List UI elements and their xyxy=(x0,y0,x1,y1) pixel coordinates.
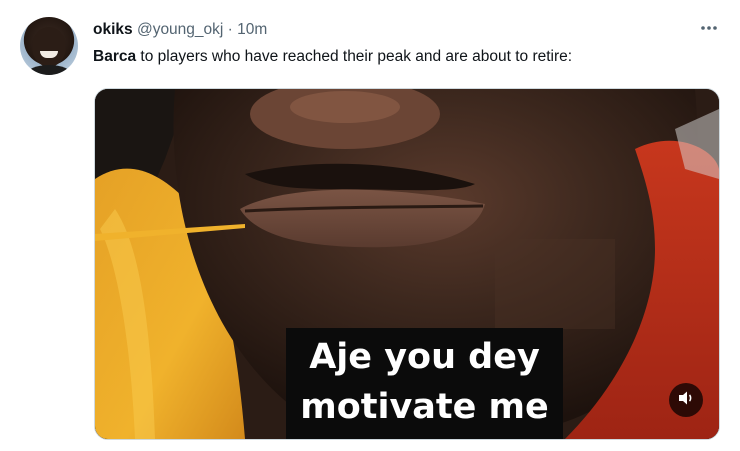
separator-dot: · xyxy=(227,21,233,38)
display-name[interactable]: okiks xyxy=(93,21,133,38)
video-player[interactable]: Aje you dey motivate me xyxy=(94,88,720,440)
more-horizontal-icon xyxy=(700,25,718,31)
tweet-text-bold: Barca xyxy=(93,48,137,65)
caption-line-1: Aje you dey xyxy=(309,337,540,377)
more-options-button[interactable] xyxy=(698,18,720,38)
volume-button[interactable] xyxy=(669,383,703,417)
tweet-text: Barca to players who have reached their … xyxy=(93,47,572,67)
avatar-shirt xyxy=(26,65,72,75)
timestamp[interactable]: 10m xyxy=(237,21,267,38)
tweet-header: okiks @young_okj · 10m xyxy=(93,20,267,40)
user-handle[interactable]: @young_okj xyxy=(137,21,223,38)
avatar[interactable] xyxy=(20,17,78,75)
volume-icon xyxy=(677,390,695,411)
caption-line-2: motivate me xyxy=(300,387,549,427)
tweet-card[interactable]: okiks @young_okj · 10m Barca to players … xyxy=(0,0,740,451)
avatar-face xyxy=(32,27,66,67)
tweet-text-body: to players who have reached their peak a… xyxy=(136,48,573,65)
video-caption: Aje you dey motivate me xyxy=(286,328,563,439)
